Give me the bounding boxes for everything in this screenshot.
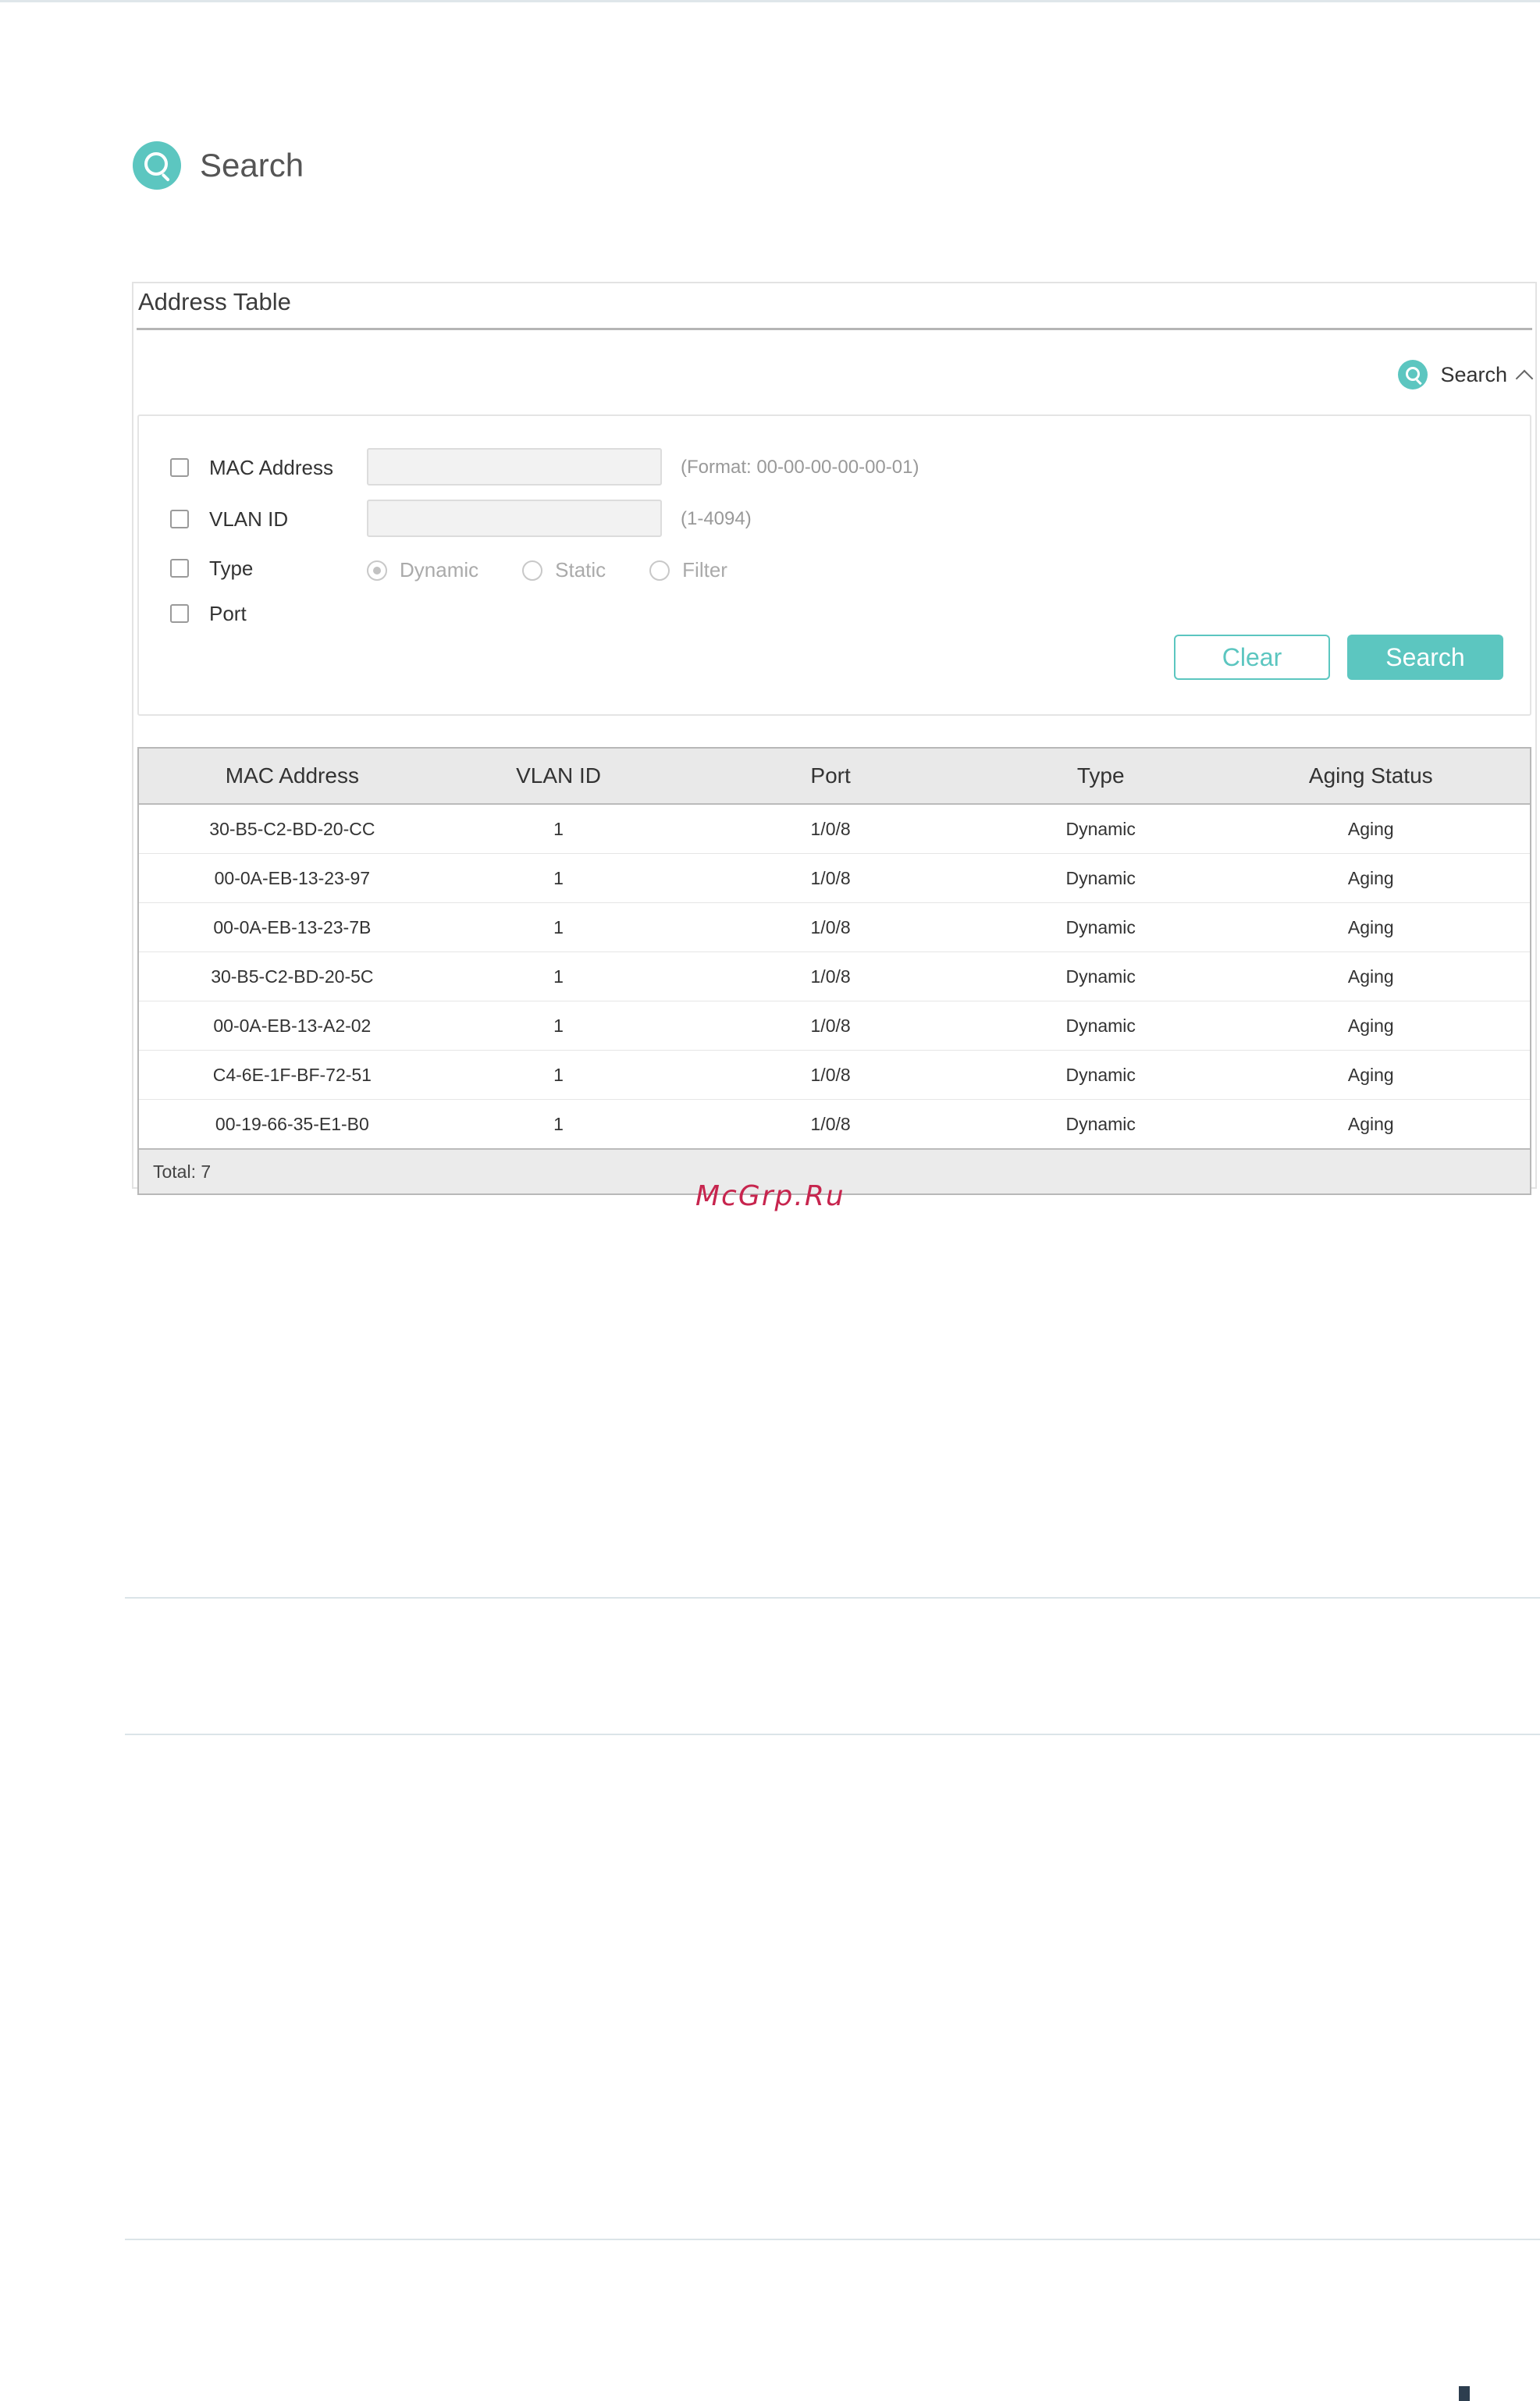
- column-header-mac-address[interactable]: MAC Address: [139, 763, 446, 788]
- radio-filter[interactable]: [649, 560, 670, 581]
- cell-type: Dynamic: [1065, 966, 1136, 987]
- table-body: 30-B5-C2-BD-20-CC 1 1/0/8 Dynamic Aging …: [139, 805, 1530, 1148]
- mac-address-hint: (Format: 00-00-00-00-00-01): [681, 457, 919, 478]
- radio-label: Dynamic: [400, 558, 479, 582]
- page-heading: Search: [133, 141, 304, 190]
- column-header-vlan-id[interactable]: VLAN ID: [446, 763, 672, 788]
- cell-port: 1/0/8: [810, 1015, 851, 1036]
- cell-type: Dynamic: [1065, 867, 1136, 888]
- cell-mac-address: 00-19-66-35-E1-B0: [215, 1113, 369, 1134]
- search-button[interactable]: Search: [1347, 635, 1503, 680]
- column-header-port[interactable]: Port: [671, 763, 989, 788]
- table-row[interactable]: C4-6E-1F-BF-72-51 1 1/0/8 Dynamic Aging: [139, 1051, 1530, 1100]
- cell-aging-status: Aging: [1347, 966, 1394, 987]
- cell-vlan-id: 1: [553, 1064, 564, 1085]
- cell-port: 1/0/8: [810, 1113, 851, 1134]
- cell-vlan-id: 1: [553, 966, 564, 987]
- vlan-id-hint: (1-4094): [681, 508, 752, 529]
- clear-button[interactable]: Clear: [1174, 635, 1330, 680]
- cell-vlan-id: 1: [553, 1113, 564, 1134]
- cell-aging-status: Aging: [1347, 1113, 1394, 1134]
- search-toggle-label: Search: [1440, 362, 1507, 386]
- table-row[interactable]: 30-B5-C2-BD-20-5C 1 1/0/8 Dynamic Aging: [139, 952, 1530, 1001]
- panel-title: Address Table: [138, 288, 291, 315]
- cell-vlan-id: 1: [553, 818, 564, 839]
- mac-address-input[interactable]: [367, 448, 662, 486]
- cell-aging-status: Aging: [1347, 867, 1394, 888]
- search-form: MAC Address (Format: 00-00-00-00-00-01) …: [137, 414, 1531, 716]
- cell-type: Dynamic: [1065, 818, 1136, 839]
- table-row[interactable]: 00-0A-EB-13-23-97 1 1/0/8 Dynamic Aging: [139, 854, 1530, 903]
- cell-port: 1/0/8: [810, 867, 851, 888]
- cell-mac-address: 00-0A-EB-13-23-97: [214, 867, 371, 888]
- cell-port: 1/0/8: [810, 818, 851, 839]
- cell-mac-address: 30-B5-C2-BD-20-5C: [211, 966, 374, 987]
- type-row: Type: [170, 549, 253, 588]
- section-divider: [125, 1597, 1540, 1599]
- type-radio-group: Dynamic Static Filter: [367, 558, 771, 582]
- cell-port: 1/0/8: [810, 1064, 851, 1085]
- cell-type: Dynamic: [1065, 1113, 1136, 1134]
- cell-port: 1/0/8: [810, 916, 851, 937]
- watermark-text: McGrp.Ru: [695, 1180, 845, 1212]
- port-row: Port: [170, 594, 247, 633]
- cell-type: Dynamic: [1065, 916, 1136, 937]
- section-divider: [125, 1734, 1540, 1735]
- table-row[interactable]: 00-0A-EB-13-23-7B 1 1/0/8 Dynamic Aging: [139, 903, 1530, 952]
- table-header: MAC Address VLAN ID Port Type Aging Stat…: [139, 749, 1530, 805]
- cell-mac-address: 30-B5-C2-BD-20-CC: [209, 818, 375, 839]
- type-option-dynamic[interactable]: Dynamic: [367, 558, 478, 582]
- port-checkbox[interactable]: [170, 604, 189, 623]
- type-label: Type: [209, 556, 254, 580]
- cell-vlan-id: 1: [553, 916, 564, 937]
- top-border-line: [0, 0, 1540, 2]
- total-count: Total: 7: [153, 1161, 212, 1182]
- port-label: Port: [209, 601, 247, 625]
- table-row[interactable]: 30-B5-C2-BD-20-CC 1 1/0/8 Dynamic Aging: [139, 805, 1530, 854]
- vlan-id-checkbox[interactable]: [170, 510, 189, 528]
- cell-mac-address: C4-6E-1F-BF-72-51: [212, 1064, 372, 1085]
- address-table: MAC Address VLAN ID Port Type Aging Stat…: [137, 747, 1531, 1195]
- table-row[interactable]: 00-0A-EB-13-A2-02 1 1/0/8 Dynamic Aging: [139, 1001, 1530, 1051]
- search-icon: [1398, 360, 1428, 389]
- cell-type: Dynamic: [1065, 1064, 1136, 1085]
- mac-address-checkbox[interactable]: [170, 458, 189, 477]
- radio-label: Filter: [682, 558, 727, 582]
- column-header-aging-status[interactable]: Aging Status: [1212, 763, 1530, 788]
- cell-mac-address: 00-0A-EB-13-23-7B: [213, 916, 372, 937]
- address-table-screenshot: Address Table Search MAC Address (Format…: [132, 282, 1537, 1195]
- vlan-id-input[interactable]: [367, 500, 662, 537]
- cell-port: 1/0/8: [810, 966, 851, 987]
- cell-vlan-id: 1: [553, 867, 564, 888]
- cell-aging-status: Aging: [1347, 818, 1394, 839]
- radio-dynamic[interactable]: [367, 560, 387, 581]
- column-header-type[interactable]: Type: [990, 763, 1212, 788]
- radio-label: Static: [555, 558, 606, 582]
- search-toggle[interactable]: Search: [1398, 360, 1534, 389]
- cell-mac-address: 00-0A-EB-13-A2-02: [213, 1015, 372, 1036]
- search-icon: [133, 141, 181, 190]
- vlan-id-label: VLAN ID: [209, 507, 289, 531]
- page-corner-mark: [1459, 2386, 1470, 2401]
- mac-address-label: MAC Address: [209, 455, 333, 479]
- cell-aging-status: Aging: [1347, 1015, 1394, 1036]
- cell-type: Dynamic: [1065, 1015, 1136, 1036]
- table-row[interactable]: 00-19-66-35-E1-B0 1 1/0/8 Dynamic Aging: [139, 1100, 1530, 1148]
- page-title: Search: [200, 147, 304, 183]
- type-option-static[interactable]: Static: [522, 558, 606, 582]
- cell-vlan-id: 1: [553, 1015, 564, 1036]
- cell-aging-status: Aging: [1347, 1064, 1394, 1085]
- chevron-up-icon: [1515, 369, 1534, 388]
- vlan-id-row: VLAN ID: [170, 500, 288, 539]
- section-divider: [125, 2239, 1540, 2240]
- type-option-filter[interactable]: Filter: [649, 558, 727, 582]
- panel-title-divider: [137, 328, 1532, 330]
- type-checkbox[interactable]: [170, 559, 189, 578]
- cell-aging-status: Aging: [1347, 916, 1394, 937]
- radio-static[interactable]: [522, 560, 543, 581]
- mac-address-row: MAC Address: [170, 448, 333, 487]
